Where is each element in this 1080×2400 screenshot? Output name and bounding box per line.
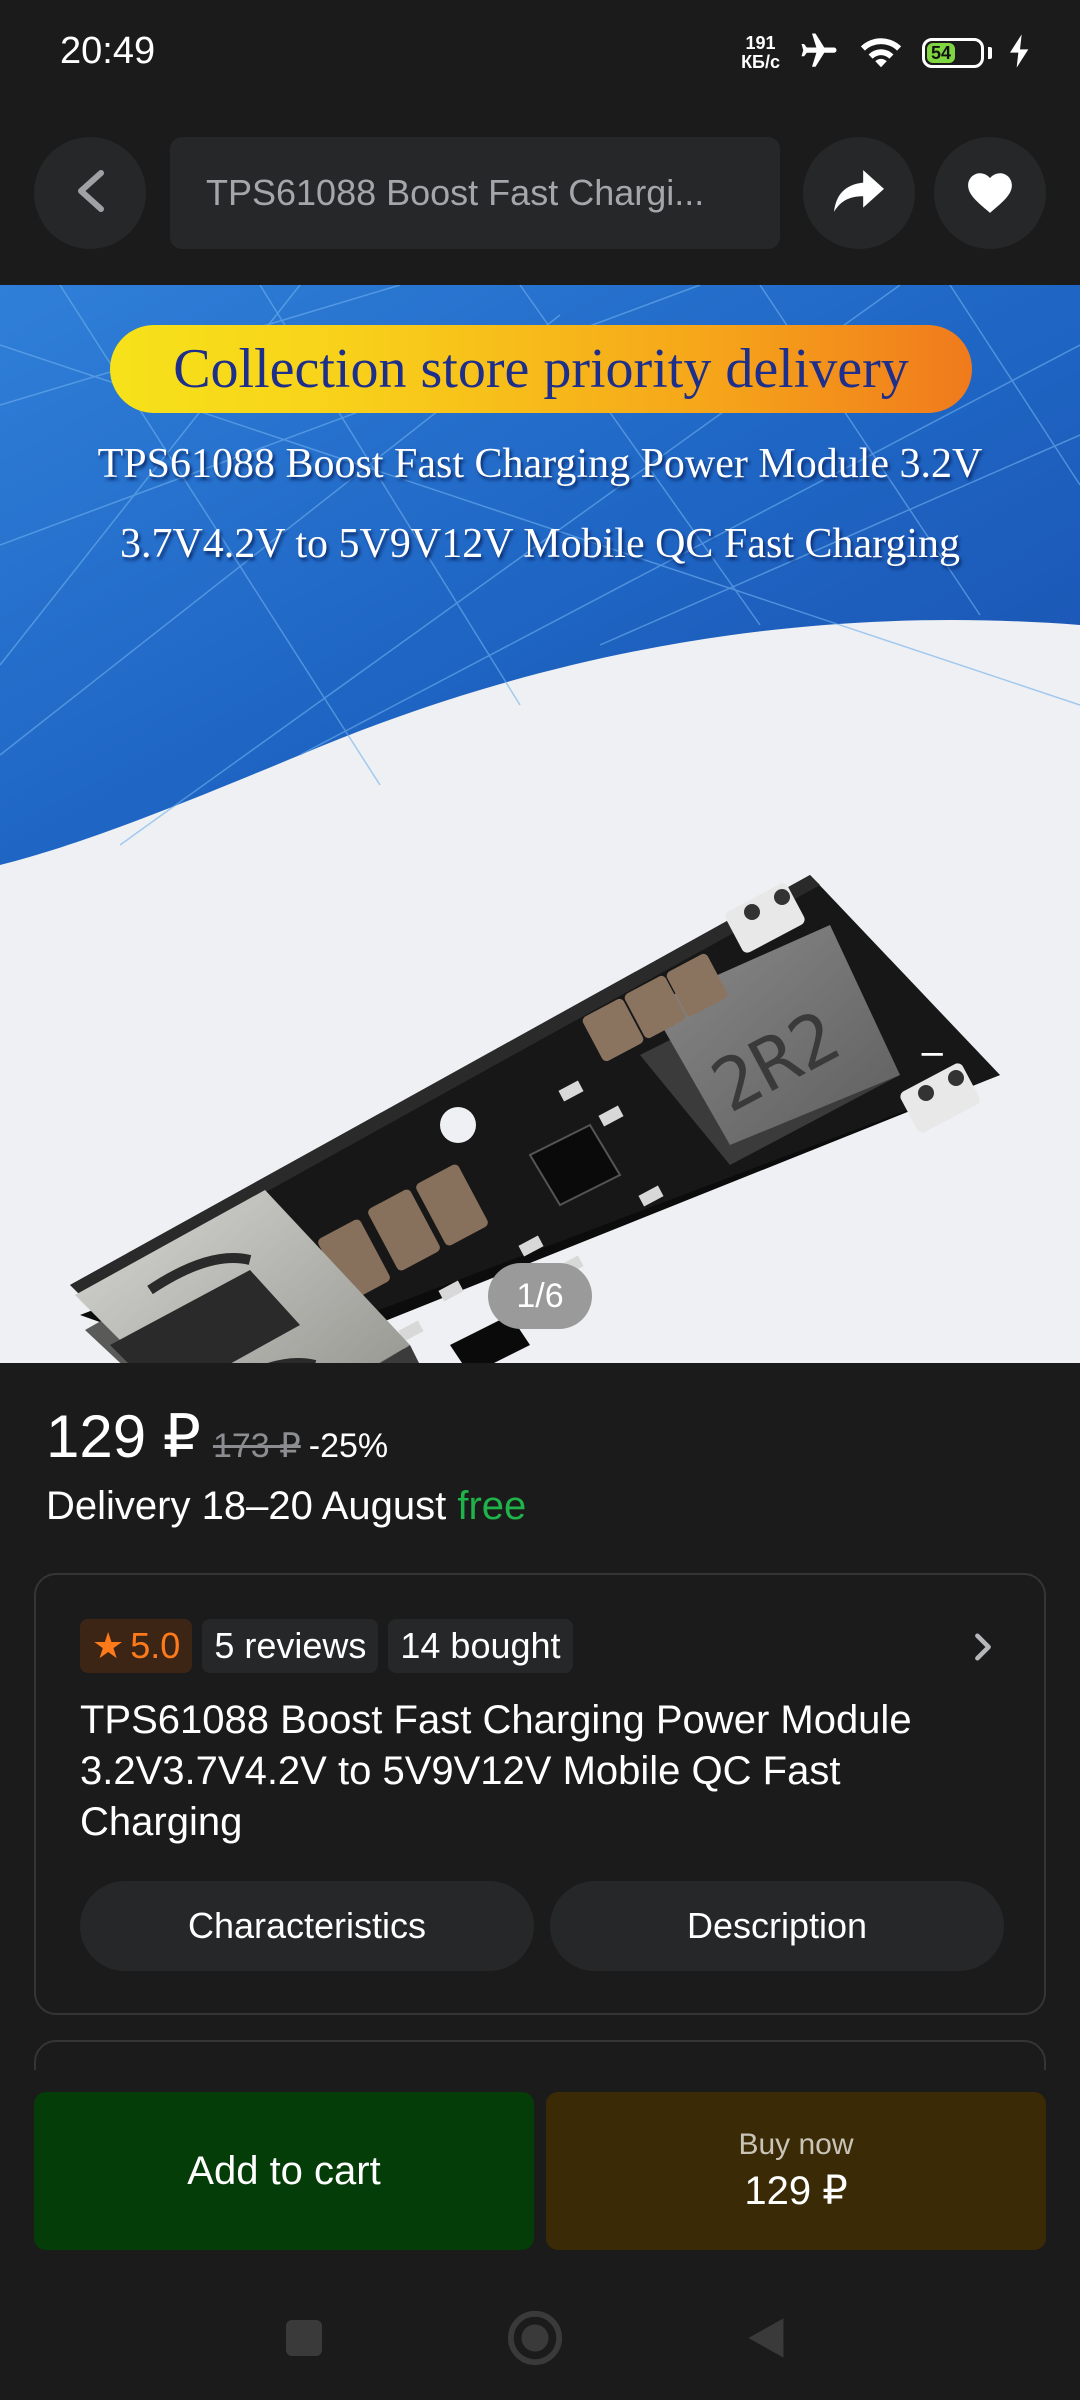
status-icons: 191 КБ/с 54 xyxy=(741,28,1030,78)
battery-body: 54 xyxy=(922,38,984,68)
buy-now-label: Buy now xyxy=(738,2128,854,2161)
wifi-icon xyxy=(858,31,904,76)
buy-now-price: 129 ₽ xyxy=(744,2169,848,2213)
rating-value: 5.0 xyxy=(130,1625,181,1666)
square-icon xyxy=(284,2318,324,2363)
discount-badge: -25% xyxy=(308,1427,389,1465)
home-button[interactable] xyxy=(505,2310,565,2370)
add-to-cart-button[interactable]: Add to cart xyxy=(34,2092,534,2250)
network-speed-value: 191 xyxy=(745,33,776,53)
current-price: 129 ₽ xyxy=(46,1403,201,1470)
delivery-info: Delivery 18–20 August free xyxy=(46,1484,526,1529)
chevron-left-icon xyxy=(75,169,105,218)
bottom-action-bar: Add to cart Buy now 129 ₽ xyxy=(0,2070,1080,2270)
delivery-free-label: free xyxy=(457,1484,527,1528)
old-price: 173 ₽ xyxy=(212,1427,301,1465)
battery-nub xyxy=(988,47,992,59)
product-title: TPS61088 Boost Fast Charging Power Modul… xyxy=(80,1698,912,1844)
product-info-card: ★ 5.0 5 reviews 14 bought TPS61088 Boost… xyxy=(34,1573,1046,2015)
price-row: 129 ₽ 173 ₽ -25% xyxy=(46,1402,388,1472)
back-nav-button[interactable] xyxy=(736,2310,796,2370)
image-caption-line-1: TPS61088 Boost Fast Charging Power Modul… xyxy=(97,441,983,487)
airplane-mode-icon xyxy=(798,30,840,77)
share-arrow-icon xyxy=(834,169,884,217)
bought-badge: 14 bought xyxy=(388,1619,573,1673)
battery-indicator: 54 xyxy=(922,38,992,68)
description-button[interactable]: Description xyxy=(550,1881,1004,1971)
recents-button[interactable] xyxy=(274,2310,334,2370)
rating-row[interactable]: ★ 5.0 5 reviews 14 bought xyxy=(80,1619,573,1673)
rating-badge: ★ 5.0 xyxy=(80,1619,193,1673)
network-speed: 191 КБ/с xyxy=(741,34,780,72)
charging-bolt-icon xyxy=(1010,33,1030,73)
share-button[interactable] xyxy=(803,137,915,249)
buy-now-button[interactable]: Buy now 129 ₽ xyxy=(546,2092,1046,2250)
home-circle-icon xyxy=(506,2309,564,2372)
heart-icon xyxy=(965,169,1015,218)
network-speed-unit: КБ/с xyxy=(741,52,780,72)
status-time: 20:49 xyxy=(60,30,156,72)
status-bar: 20:49 191 КБ/с 54 xyxy=(0,0,1080,110)
delivery-text: Delivery 18–20 August xyxy=(46,1484,458,1528)
svg-text:−: − xyxy=(918,1034,947,1074)
reviews-badge: 5 reviews xyxy=(202,1619,379,1673)
gallery-page-counter: 1/6 xyxy=(488,1263,592,1329)
product-image-gallery[interactable]: + − 2R2 xyxy=(0,285,1080,1363)
image-caption-line-2: 3.7V4.2V to 5V9V12V Mobile QC Fast Charg… xyxy=(119,521,961,567)
promo-banner: Collection store priority delivery xyxy=(110,325,972,413)
search-field[interactable]: TPS61088 Boost Fast Chargi... xyxy=(170,137,780,249)
favorite-button[interactable] xyxy=(934,137,1046,249)
star-icon: ★ xyxy=(92,1625,125,1666)
system-navigation-bar xyxy=(0,2280,1080,2400)
characteristics-button[interactable]: Characteristics xyxy=(80,1881,534,1971)
battery-level: 54 xyxy=(927,43,956,63)
triangle-back-icon xyxy=(744,2314,788,2367)
chevron-right-icon[interactable] xyxy=(963,1627,1003,1667)
back-button[interactable] xyxy=(34,137,146,249)
top-app-bar: TPS61088 Boost Fast Chargi... xyxy=(0,110,1080,285)
